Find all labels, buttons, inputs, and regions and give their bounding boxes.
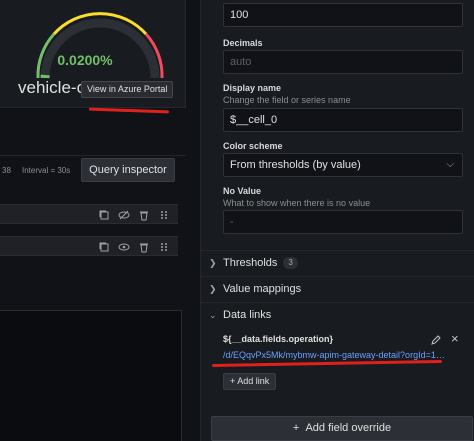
add-link-label: Add link [237, 376, 270, 386]
gauge-arc [30, 4, 170, 84]
add-field-override-label: Add field override [305, 422, 392, 434]
options-pane: 100 Decimals auto Display name Change th… [200, 0, 474, 441]
annotation-underline [88, 107, 170, 114]
trash-icon[interactable] [138, 208, 150, 221]
thresholds-section[interactable]: ❯ Thresholds 3 [201, 250, 474, 276]
query-row-actions [98, 240, 170, 253]
query-rows-stat: 38 [2, 166, 11, 175]
thresholds-label: Thresholds [223, 257, 278, 269]
query-row-actions [98, 208, 170, 221]
display-name-description: Change the field or series name [223, 95, 351, 105]
hide-query-icon[interactable] [118, 208, 130, 220]
value-mappings-title: Value mappings [223, 283, 302, 295]
trash-icon[interactable] [138, 240, 150, 253]
chevron-right-icon: ❯ [209, 258, 217, 268]
close-icon[interactable]: × [451, 331, 459, 346]
query-row-header[interactable] [0, 236, 178, 256]
chevron-down-icon: ⌵ [446, 159, 454, 170]
query-editor-area[interactable] [0, 310, 182, 441]
drag-handle-icon[interactable] [158, 208, 170, 220]
decimals-input[interactable]: auto [223, 50, 463, 74]
display-name-input[interactable]: $__cell_0 [223, 108, 463, 132]
tooltip-view-azure-portal[interactable]: View in Azure Portal [81, 81, 174, 98]
decimals-label: Decimals [223, 38, 263, 48]
add-field-override-button[interactable]: + Add field override [211, 416, 473, 441]
color-scheme-select[interactable]: From thresholds (by value) ⌵ [223, 153, 463, 177]
no-value-input[interactable]: - [223, 210, 463, 234]
drag-handle-icon[interactable] [158, 240, 170, 252]
value-mappings-section[interactable]: ❯ Value mappings [201, 276, 474, 302]
data-link-url[interactable]: /d/EQqvPx5Mk/mybmw-apim-gateway-detail?o… [223, 350, 445, 360]
color-scheme-value: From thresholds (by value) [230, 159, 361, 171]
gauge-visualization: 0.0200% vehicle-co View in Azure Portal [0, 0, 186, 114]
data-links-title: Data links [223, 309, 272, 321]
max-input[interactable]: 100 [223, 3, 463, 27]
chevron-down-icon: ⌄ [209, 310, 217, 320]
display-name-label: Display name [223, 83, 282, 93]
data-link-title: ${__data.fields.operation} [223, 334, 334, 344]
eye-icon[interactable] [118, 240, 130, 252]
panel-preview-pane: 0.0200% vehicle-co View in Azure Portal … [0, 0, 200, 441]
query-interval-stat: Interval = 30s [22, 166, 71, 175]
add-link-button[interactable]: + Add link [223, 373, 277, 390]
duplicate-icon[interactable] [98, 240, 110, 252]
thresholds-count-badge: 3 [283, 257, 298, 270]
data-links-section[interactable]: ⌄ Data links [201, 302, 474, 328]
chevron-right-icon: ❯ [209, 284, 217, 294]
annotation-underline [211, 359, 443, 368]
query-row-header[interactable] [0, 204, 178, 224]
color-scheme-label: Color scheme [223, 141, 283, 151]
pencil-icon[interactable] [430, 333, 442, 345]
query-inspector-button[interactable]: Query inspector [81, 158, 175, 182]
gauge-value: 0.0200% [57, 52, 113, 68]
plus-icon: + [292, 422, 306, 434]
no-value-label: No Value [223, 186, 262, 196]
thresholds-title: Thresholds 3 [223, 257, 298, 270]
panel-editor: 0.0200% vehicle-co View in Azure Portal … [0, 0, 474, 441]
no-value-description: What to show when there is no value [223, 198, 371, 208]
duplicate-icon[interactable] [98, 208, 110, 220]
